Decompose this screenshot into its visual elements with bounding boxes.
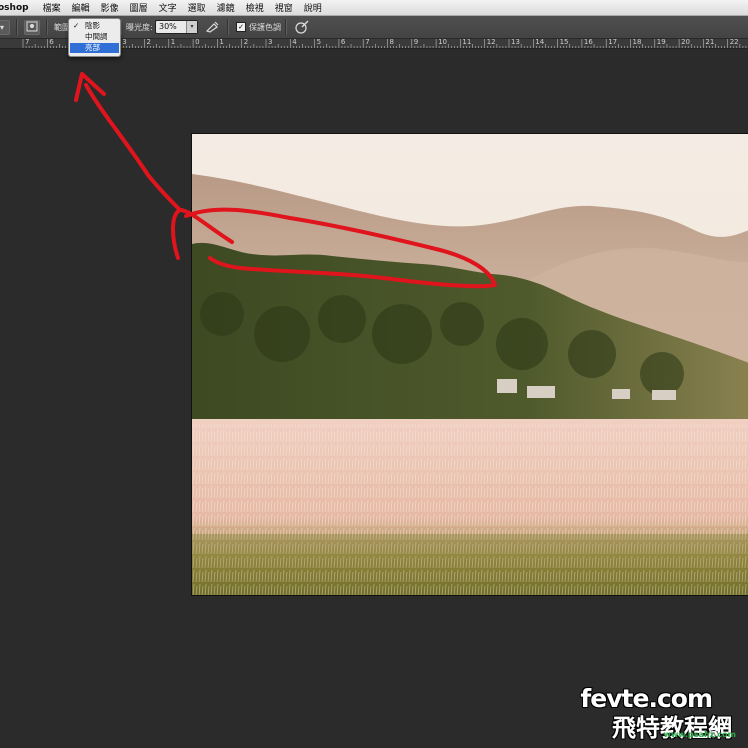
ruler-label: 10 — [438, 39, 448, 46]
ruler-label: 3 — [122, 39, 127, 46]
range-option-label: 陰影 — [85, 21, 100, 30]
ruler-label: 18 — [632, 39, 642, 46]
range-option-midtones[interactable]: 中間調 — [70, 32, 119, 42]
ruler-label: 1 — [170, 39, 176, 46]
watermark-url: www.psahz.com — [663, 730, 736, 739]
menu-item[interactable]: 濾鏡 — [217, 1, 235, 14]
menu-item[interactable]: 文字 — [159, 1, 177, 14]
app-menu[interactable]: oshop — [0, 3, 29, 13]
ruler-label: 15 — [559, 39, 569, 46]
range-option-label: 中間調 — [85, 32, 108, 41]
airbrush-icon[interactable] — [205, 19, 221, 35]
menu-item[interactable]: 選取 — [188, 1, 206, 14]
ruler-label: 12 — [486, 39, 496, 46]
exposure-field[interactable]: 30% ▾ — [155, 20, 198, 34]
ruler-label: 21 — [705, 39, 715, 46]
ruler-label: 2 — [146, 39, 151, 46]
ruler-label: 11 — [462, 39, 472, 46]
range-dropdown-menu: ✓ 陰影 中間調 亮部 — [68, 18, 121, 57]
check-icon: ✓ — [73, 21, 80, 30]
ruler-label: 20 — [681, 39, 691, 46]
exposure-value: 30% — [159, 22, 177, 31]
menu-item[interactable]: 影像 — [101, 1, 119, 14]
ruler-label: 14 — [535, 39, 545, 46]
landscape-photo — [192, 134, 748, 595]
separator — [285, 19, 287, 35]
menu-item[interactable]: 說明 — [304, 1, 322, 14]
exposure-label: 曝光度: — [126, 23, 153, 32]
menu-item[interactable]: 視窗 — [275, 1, 293, 14]
separator — [46, 19, 48, 35]
menu-item[interactable]: 圖層 — [130, 1, 148, 14]
brush-preset-icon[interactable] — [24, 20, 40, 35]
protect-tones-checkbox[interactable]: ✓ — [236, 22, 246, 32]
protect-tones-label: 保護色調 — [249, 23, 281, 32]
ruler-label: 7 — [25, 39, 30, 46]
chevron-down-icon[interactable]: ▾ — [186, 21, 197, 33]
range-option-label: 亮部 — [85, 43, 100, 52]
ruler-label: 7 — [365, 39, 370, 46]
ruler-label: 1 — [219, 39, 224, 46]
document-canvas-image[interactable] — [191, 133, 748, 596]
pressure-icon[interactable] — [294, 19, 310, 35]
ruler-label: 9 — [413, 39, 419, 46]
ruler-label: 5 — [316, 39, 322, 46]
menu-item[interactable]: 檢視 — [246, 1, 264, 14]
separator — [16, 19, 18, 35]
tool-preset-picker[interactable]: ▾ — [0, 20, 10, 35]
menu-item[interactable]: 檔案 — [43, 1, 61, 14]
ruler-label: 3 — [268, 39, 273, 46]
ruler-label: 0 — [195, 39, 200, 46]
range-option-highlights[interactable]: 亮部 — [70, 43, 119, 53]
ruler-label: 2 — [243, 39, 249, 46]
ruler-label: 16 — [583, 39, 593, 46]
ruler-label: 19 — [656, 39, 666, 46]
ruler-label: 6 — [49, 39, 54, 46]
watermark-logo: 飛特教程網 www.psahz.com — [612, 708, 740, 742]
ruler-label: 22 — [729, 39, 739, 46]
ruler-label: 6 — [340, 39, 346, 46]
menu-item[interactable]: 編輯 — [72, 1, 90, 14]
ruler-label: 17 — [608, 39, 618, 46]
range-option-shadows[interactable]: ✓ 陰影 — [70, 21, 119, 31]
separator — [227, 19, 229, 35]
ruler-label: 4 — [292, 39, 297, 46]
menubar: oshop 檔案 編輯 影像 圖層 文字 選取 濾鏡 檢視 視窗 說明 — [0, 0, 748, 16]
ruler-label: 13 — [511, 39, 520, 46]
ruler-label: 8 — [389, 39, 394, 46]
